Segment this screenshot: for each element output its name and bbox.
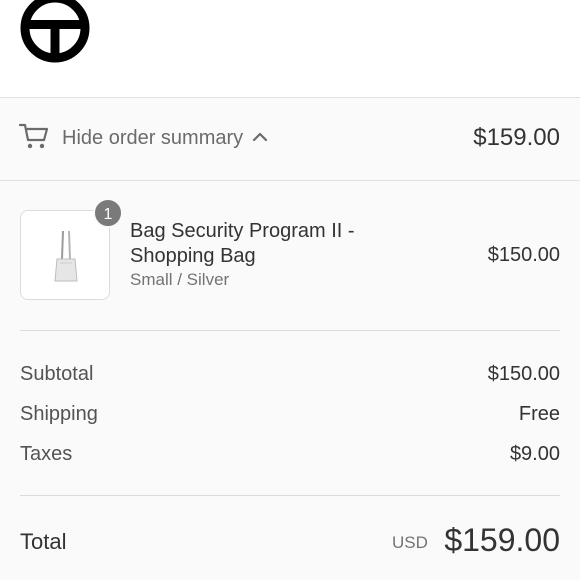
telfar-logo-icon[interactable] <box>19 0 91 64</box>
taxes-value: $9.00 <box>509 443 560 465</box>
shipping-label: Shipping <box>20 403 98 425</box>
product-price: $150.00 <box>487 244 560 266</box>
divider <box>20 330 560 331</box>
shipping-value: Free <box>518 403 560 425</box>
checkout-header <box>0 0 580 97</box>
total-value: $159.00 <box>444 522 560 558</box>
currency-code: USD <box>392 533 428 552</box>
subtotal-value: $150.00 <box>487 363 560 385</box>
order-summary-panel: 1 Bag Security Program II - Shopping Bag… <box>0 181 580 580</box>
taxes-label: Taxes <box>20 443 73 465</box>
product-variant: Small / Silver <box>130 270 230 289</box>
total-label: Total <box>20 529 67 554</box>
shopping-bag-thumbnail <box>54 230 78 282</box>
product-name: Bag Security Program II - Shopping Bag <box>130 220 355 267</box>
divider <box>20 495 560 496</box>
shopping-cart-icon <box>19 123 49 149</box>
order-summary-toggle[interactable]: Hide order summary $159.00 <box>0 97 580 181</box>
chevron-up-icon <box>252 132 268 142</box>
hide-order-summary-label[interactable]: Hide order summary <box>62 127 243 150</box>
quantity-badge: 1 <box>93 198 123 228</box>
subtotal-label: Subtotal <box>20 363 94 385</box>
summary-toggle-total: $159.00 <box>473 124 560 151</box>
